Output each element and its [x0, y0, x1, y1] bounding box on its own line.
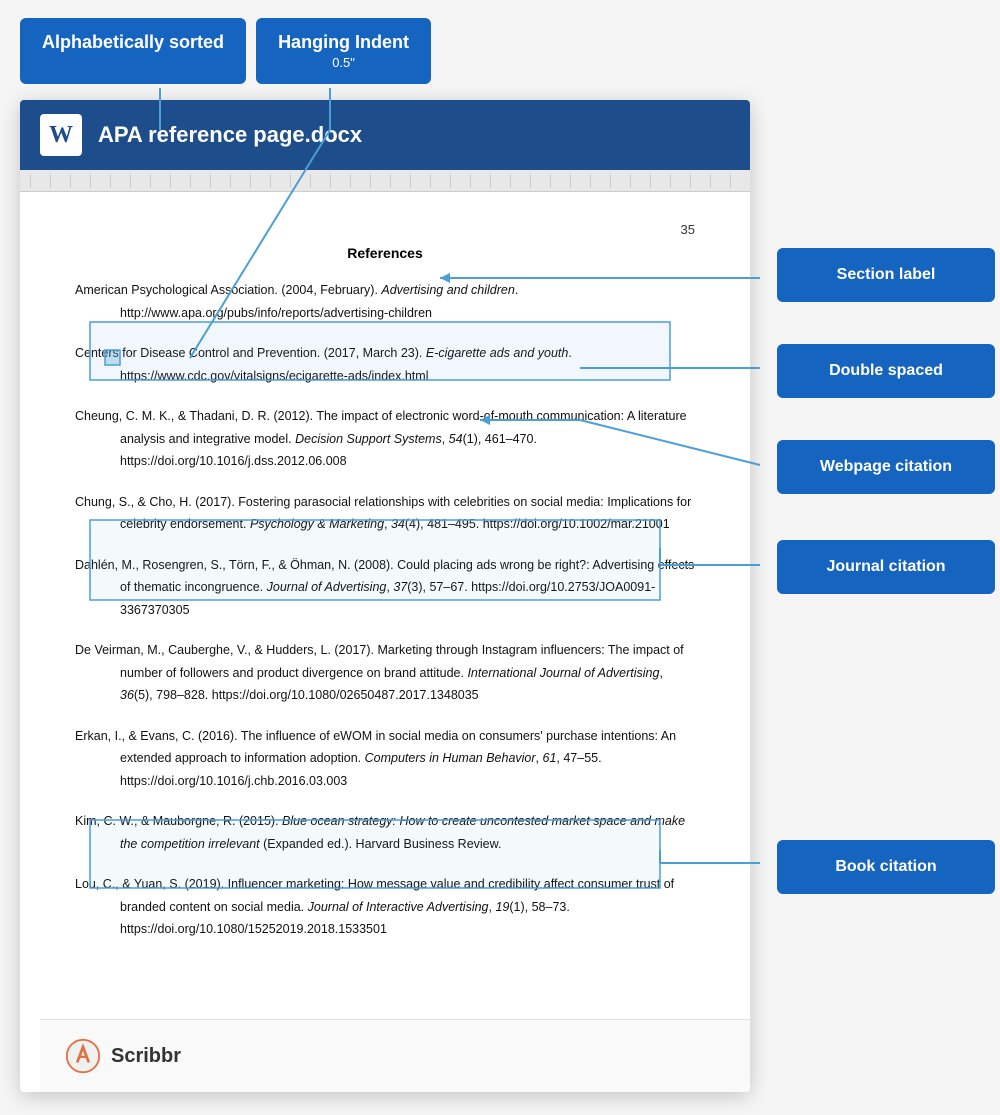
document-wrapper: W APA reference page.docx 35 References …	[20, 100, 750, 1092]
journal-citation-box: Journal citation	[777, 540, 995, 594]
scribbr-brand-text: Scribbr	[111, 1045, 181, 1068]
scribbr-logo: Scribbr	[65, 1038, 181, 1074]
top-badges: Alphabetically sorted Hanging Indent 0.5…	[20, 18, 431, 84]
word-icon: W	[40, 114, 82, 156]
doc-content: 35 References American Psychological Ass…	[20, 192, 750, 1092]
ref-entry-7: Erkan, I., & Evans, C. (2016). The influ…	[75, 725, 695, 793]
webpage-citation-box: Webpage citation	[777, 440, 995, 494]
ref-entry-9: Lou, C., & Yuan, S. (2019). Influencer m…	[75, 873, 695, 941]
badge-label: Alphabetically sorted	[42, 32, 224, 52]
ref-entry-1: American Psychological Association. (200…	[75, 279, 695, 324]
main-container: Alphabetically sorted Hanging Indent 0.5…	[0, 0, 1000, 1115]
references-heading: References	[75, 245, 695, 261]
scribbr-footer: Scribbr	[40, 1019, 750, 1092]
double-spaced-text: Double spaced	[829, 362, 943, 379]
ref-entry-8: Kim, C. W., & Mauborgne, R. (2015). Blue…	[75, 810, 695, 855]
hanging-sub-label: 0.5"	[278, 55, 409, 70]
book-citation-box: Book citation	[777, 840, 995, 894]
scribbr-icon	[65, 1038, 101, 1074]
section-label-box: Section label	[777, 248, 995, 302]
ref-entry-6: De Veirman, M., Cauberghe, V., & Hudders…	[75, 639, 695, 707]
double-spaced-box: Double spaced	[777, 344, 995, 398]
hanging-label: Hanging Indent	[278, 32, 409, 52]
page-number: 35	[75, 222, 695, 237]
book-citation-text: Book citation	[835, 858, 936, 875]
section-label-text: Section label	[837, 266, 936, 283]
doc-header: W APA reference page.docx	[20, 100, 750, 170]
ref-entry-5: Dahlén, M., Rosengren, S., Törn, F., & Ö…	[75, 554, 695, 622]
word-letter: W	[49, 122, 73, 149]
ref-entry-2: Centers for Disease Control and Preventi…	[75, 342, 695, 387]
ref-entry-4: Chung, S., & Cho, H. (2017). Fostering p…	[75, 491, 695, 536]
ruler-marks	[30, 174, 740, 188]
journal-citation-text: Journal citation	[826, 558, 945, 575]
alphabetically-sorted-badge: Alphabetically sorted	[20, 18, 246, 84]
hanging-indent-badge: Hanging Indent 0.5"	[256, 18, 431, 84]
webpage-citation-text: Webpage citation	[820, 458, 952, 475]
ref-entry-3: Cheung, C. M. K., & Thadani, D. R. (2012…	[75, 405, 695, 473]
ruler	[20, 170, 750, 192]
doc-title: APA reference page.docx	[98, 122, 362, 148]
